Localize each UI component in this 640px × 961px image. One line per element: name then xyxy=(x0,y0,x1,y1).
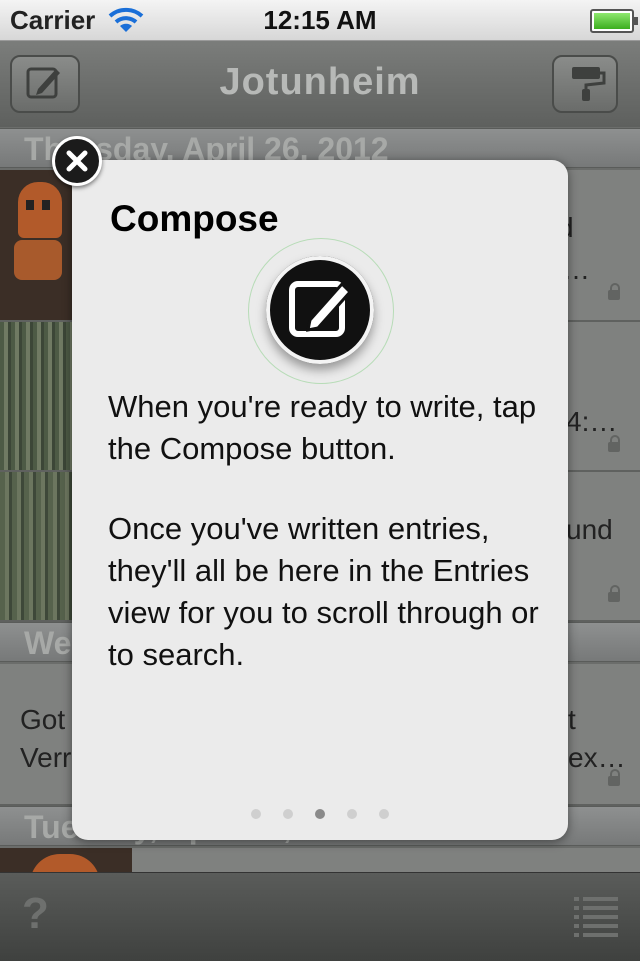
entry-text: 4:… xyxy=(566,406,618,437)
card-description: Once you've written entries, they'll all… xyxy=(108,511,539,672)
paint-roller-icon xyxy=(572,67,606,101)
tutorial-card: Compose When you're ready to write, tap … xyxy=(72,160,568,840)
nav-title: Jotunheim xyxy=(219,61,421,103)
card-description: When you're ready to write, tap the Comp… xyxy=(108,389,537,466)
entry-thumbnail xyxy=(0,170,72,320)
lock-icon xyxy=(608,585,620,602)
page-dot[interactable] xyxy=(283,809,293,819)
page-indicator[interactable] xyxy=(72,806,568,824)
page-dot[interactable] xyxy=(347,809,357,819)
compose-icon xyxy=(266,256,374,364)
entry-row[interactable] xyxy=(0,848,640,874)
entry-text: Got xyxy=(20,704,66,735)
page-dot[interactable] xyxy=(251,809,261,819)
bottom-toolbar: ? xyxy=(0,872,640,961)
card-title: Compose xyxy=(110,198,279,239)
entry-thumbnail xyxy=(0,322,72,470)
lock-icon xyxy=(608,283,620,300)
lock-icon xyxy=(608,435,620,452)
entry-text: Verr xyxy=(20,742,72,773)
close-button[interactable] xyxy=(52,136,102,186)
battery-icon xyxy=(590,9,638,33)
entry-thumbnail xyxy=(0,848,132,872)
list-view-icon[interactable] xyxy=(574,895,618,939)
entry-text: t xyxy=(568,704,576,735)
entry-text: und xyxy=(566,514,613,545)
page-dot[interactable] xyxy=(315,809,325,819)
status-bar: Carrier 12:15 AM xyxy=(0,0,640,41)
theme-button[interactable] xyxy=(552,55,618,113)
close-x-icon xyxy=(66,150,88,172)
status-time: 12:15 AM xyxy=(263,5,377,35)
page-dot[interactable] xyxy=(379,809,389,819)
navigation-bar: Jotunheim xyxy=(0,41,640,127)
help-button[interactable]: ? xyxy=(22,889,49,939)
lock-icon xyxy=(608,769,620,786)
entry-thumbnail xyxy=(0,472,72,620)
